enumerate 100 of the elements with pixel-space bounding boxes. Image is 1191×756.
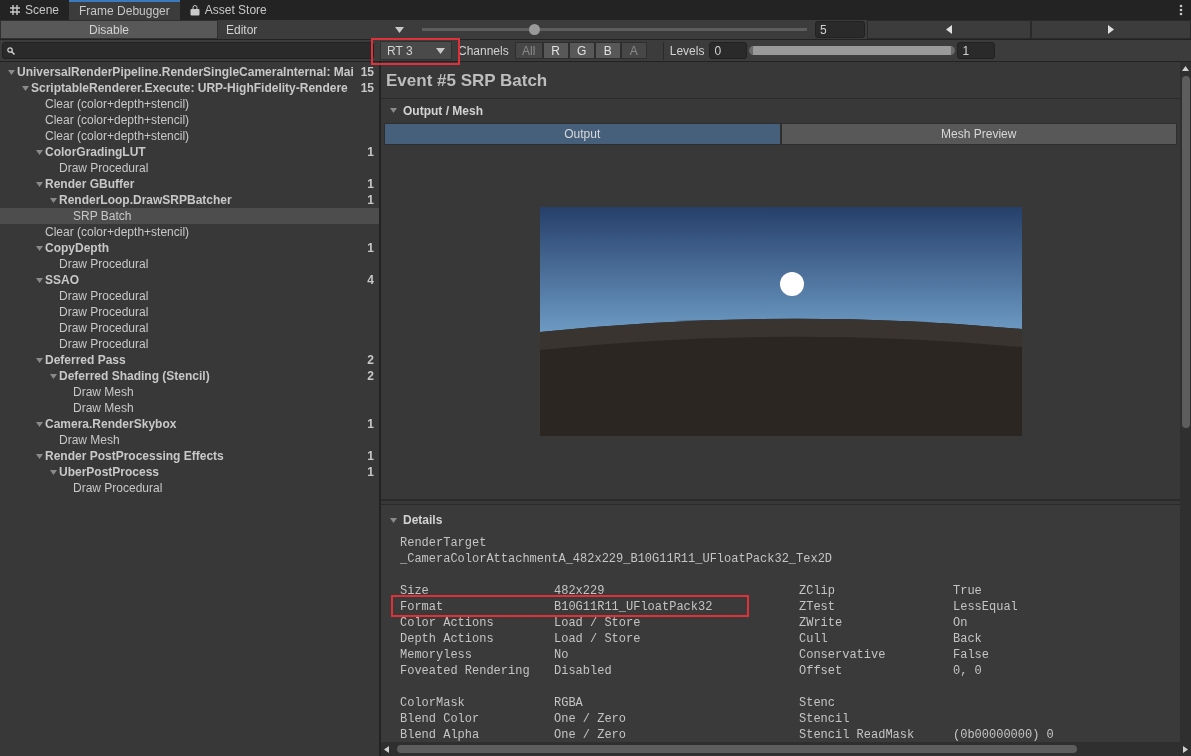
panel-tab[interactable]: Asset Store — [179, 0, 277, 20]
tree-item[interactable]: Deferred Pass 2 — [0, 352, 379, 368]
detail-value: _CameraColorAttachmentA_482x229_B10G11R11_UFloatPack32_Tex2D — [400, 551, 834, 566]
detail-value: B10G11R11_UFloatPack32 — [554, 599, 714, 616]
tree-item[interactable]: Camera.RenderSkybox 1 — [0, 416, 379, 432]
tree-item[interactable]: Draw Mesh — [0, 400, 379, 416]
detail-value: 482x229 — [554, 583, 606, 600]
expanded-arrow-icon[interactable] — [48, 195, 58, 205]
event-title: Event #5 SRP Batch — [381, 62, 1180, 99]
expanded-arrow-icon[interactable] — [34, 275, 44, 285]
detail-label: Foveated Rendering — [400, 663, 531, 680]
detail-label: Conservative — [799, 647, 887, 664]
detail-label: Blend Color — [400, 711, 481, 728]
disable-button[interactable]: Disable — [0, 20, 218, 39]
tree-item[interactable]: Clear (color+depth+stencil) — [0, 128, 379, 144]
channel-toggle[interactable]: G — [568, 42, 595, 59]
tree-item[interactable]: Draw Procedural — [0, 480, 379, 496]
section-header[interactable]: Output / Mesh — [381, 98, 1180, 123]
tree-item[interactable]: Render GBuffer 1 — [0, 176, 379, 192]
detail-label: Stenc — [799, 695, 836, 712]
tree-item[interactable]: Draw Procedural — [0, 256, 379, 272]
dropdown-arrow-icon — [436, 47, 445, 54]
panel-tab[interactable]: Scene — [0, 0, 70, 20]
slider-thumb[interactable] — [528, 24, 540, 35]
search-icon — [7, 46, 15, 55]
tree-item[interactable]: ScriptableRenderer.Execute: URP-HighFidelity-Rendere 15 — [0, 80, 379, 96]
tree-item[interactable]: Draw Procedural — [0, 304, 379, 320]
detail-value: False — [953, 647, 990, 664]
detail-label: Blend Alpha — [400, 727, 481, 744]
tree-item[interactable]: Clear (color+depth+stencil) — [0, 112, 379, 128]
left-arrow-icon — [946, 25, 952, 34]
tree-item[interactable]: UberPostProcess 1 — [0, 464, 379, 480]
detail-label: Stencil — [799, 711, 851, 728]
right-arrow-icon — [1108, 25, 1114, 34]
levels-min-field[interactable]: 0 — [709, 42, 748, 59]
segment-tab[interactable]: Mesh Preview — [780, 122, 1177, 145]
detail-value: Load / Store — [554, 631, 642, 648]
detail-value: Load / Store — [554, 615, 642, 632]
grid-icon — [10, 5, 20, 15]
expanded-arrow-icon[interactable] — [20, 83, 30, 93]
detail-label: RenderTarget — [400, 535, 488, 550]
expanded-arrow-icon[interactable] — [34, 179, 44, 189]
detail-value: LessEqual — [953, 599, 1019, 616]
segment-tab[interactable]: Output — [384, 122, 781, 145]
expanded-arrow-icon[interactable] — [389, 515, 398, 525]
expanded-arrow-icon[interactable] — [48, 371, 58, 381]
detail-label: ZTest — [799, 599, 836, 616]
scrollbar-thumb[interactable] — [397, 745, 1077, 753]
detail-label: ZWrite — [799, 615, 844, 632]
tree-item[interactable]: Render PostProcessing Effects 1 — [0, 448, 379, 464]
expanded-arrow-icon[interactable] — [389, 106, 398, 115]
tree-item[interactable]: Clear (color+depth+stencil) — [0, 96, 379, 112]
expanded-arrow-icon[interactable] — [34, 243, 44, 253]
channel-toggle[interactable]: B — [594, 42, 621, 59]
detail-label: Size — [400, 583, 430, 600]
more-icon[interactable] — [1179, 4, 1183, 16]
panel-tab[interactable]: Frame Debugger — [69, 0, 180, 20]
render-target-dropdown[interactable]: RT 3 — [380, 41, 452, 60]
tree-item[interactable]: Draw Procedural — [0, 320, 379, 336]
detail-value: On — [953, 615, 969, 632]
tree-item[interactable]: SRP Batch — [0, 208, 379, 224]
tree-item[interactable]: Deferred Shading (Stencil) 2 — [0, 368, 379, 384]
scroll-left-icon[interactable] — [384, 745, 389, 753]
expanded-arrow-icon[interactable] — [34, 355, 44, 365]
event-field[interactable]: 5 — [815, 21, 865, 38]
detail-value: Back — [953, 631, 983, 648]
tree-item[interactable]: CopyDepth 1 — [0, 240, 379, 256]
tree-item[interactable]: Draw Mesh — [0, 432, 379, 448]
detail-label: Stencil ReadMask — [799, 727, 916, 744]
detail-label: Color Actions — [400, 615, 495, 632]
search-field[interactable] — [2, 42, 374, 59]
expanded-arrow-icon[interactable] — [34, 147, 44, 157]
channel-toggle[interactable]: R — [542, 42, 569, 59]
tree-item[interactable]: UniversalRenderPipeline.RenderSingleCameraInternal: Mai 15 — [0, 64, 379, 80]
detail-label: ColorMask — [400, 695, 466, 712]
expanded-arrow-icon[interactable] — [34, 419, 44, 429]
tree-item[interactable]: Draw Procedural — [0, 160, 379, 176]
detail-value: No — [554, 647, 570, 664]
tree-item[interactable]: ColorGradingLUT 1 — [0, 144, 379, 160]
scroll-up-icon[interactable] — [1182, 66, 1189, 71]
bag-icon — [189, 4, 200, 16]
tree-item[interactable]: RenderLoop.DrawSRPBatcher 1 — [0, 192, 379, 208]
scroll-right-icon[interactable] — [1183, 745, 1188, 753]
tree-item[interactable]: Draw Procedural — [0, 288, 379, 304]
detail-label: ZClip — [799, 583, 836, 600]
detail-value: (0b00000000) 0 — [953, 727, 1055, 744]
tree-item[interactable]: Clear (color+depth+stencil) — [0, 224, 379, 240]
expanded-arrow-icon[interactable] — [34, 451, 44, 461]
section-header[interactable]: Details — [381, 505, 1180, 532]
detail-label: Format — [400, 599, 445, 616]
detail-label: Cull — [799, 631, 829, 648]
expanded-arrow-icon[interactable] — [48, 467, 58, 477]
tree-item[interactable]: SSAO 4 — [0, 272, 379, 288]
levels-max-field[interactable]: 1 — [957, 42, 996, 59]
tree-item[interactable]: Draw Mesh — [0, 384, 379, 400]
detail-value: RGBA — [554, 695, 584, 712]
scrollbar-thumb[interactable] — [1181, 76, 1190, 428]
tree-item[interactable]: Draw Procedural — [0, 336, 379, 352]
expanded-arrow-icon[interactable] — [6, 67, 16, 77]
detail-label: Memoryless — [400, 647, 473, 664]
